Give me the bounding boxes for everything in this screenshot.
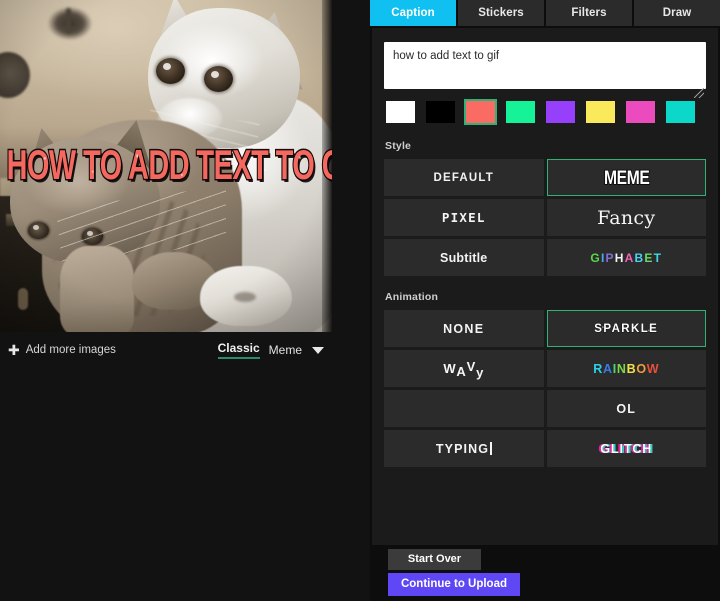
style-section-label: Style (385, 140, 412, 152)
style-option-meme-label: MEME (603, 165, 650, 189)
style-option-subtitle-label: Subtitle (440, 250, 488, 265)
preview-pane: HOW TO ADD TEXT TO GIF ✚ Add more images… (0, 0, 370, 601)
gif-caption-overlay[interactable]: HOW TO ADD TEXT TO GIF (6, 144, 332, 188)
animation-option-none[interactable]: NONE (384, 310, 544, 347)
tab-draw-label: Draw (662, 7, 692, 19)
editor-footer: Start Over Continue to Upload (370, 545, 720, 601)
style-option-giphabet-label: GIPHABET (590, 250, 663, 265)
tab-filters-label: Filters (571, 7, 607, 19)
animation-option-typing[interactable]: TYPING (384, 430, 544, 467)
tab-filters[interactable]: Filters (546, 0, 632, 26)
animation-option-sparkle[interactable]: SPARKLE (546, 310, 706, 347)
style-option-pixel-label: PIXEL (441, 210, 486, 225)
swatch-yellow[interactable] (584, 99, 617, 125)
style-option-meme[interactable]: MEME (546, 159, 706, 196)
add-more-images-label: Add more images (25, 344, 116, 356)
animation-option-glitch[interactable]: GLITCH (546, 430, 706, 467)
preview-mode-group: Classic Meme (217, 341, 324, 359)
editor-panel: Caption Stickers Filters Draw how to add… (370, 0, 720, 601)
caption-tab-panel: Style DEFAULT MEME PIXEL Fancy Subtitle (372, 28, 718, 545)
start-over-button[interactable]: Start Over (388, 549, 481, 570)
swatch-cyan[interactable] (664, 99, 697, 125)
style-option-default[interactable]: DEFAULT (384, 159, 544, 196)
style-option-default-label: DEFAULT (433, 171, 495, 184)
preview-toolbar: ✚ Add more images Classic Meme (0, 336, 332, 364)
animation-option-typing-label: TYPING (435, 441, 490, 456)
style-options-grid: DEFAULT MEME PIXEL Fancy Subtitle GIPHAB… (384, 159, 706, 276)
add-more-images-button[interactable]: ✚ Add more images (8, 343, 116, 357)
style-option-subtitle[interactable]: Subtitle (384, 239, 544, 276)
textarea-resize-handle-icon[interactable] (694, 88, 704, 98)
animation-option-rainbow-label: RAINBOW (593, 361, 660, 376)
style-option-pixel[interactable]: PIXEL (384, 199, 544, 236)
style-option-fancy[interactable]: Fancy (546, 199, 706, 236)
style-option-giphabet[interactable]: GIPHABET (546, 239, 706, 276)
tab-caption[interactable]: Caption (370, 0, 456, 26)
mode-classic[interactable]: Classic (217, 341, 260, 359)
animation-option-wavy-label: WAVy (443, 359, 485, 380)
animation-option-rainbow[interactable]: RAINBOW (546, 350, 706, 387)
plus-icon: ✚ (8, 342, 20, 358)
animation-option-none-label: NONE (443, 321, 485, 336)
animation-section-label: Animation (385, 291, 439, 303)
animation-options-grid: NONE SPARKLE WAVy RAINBOW OL TYPING GLIT… (384, 310, 706, 467)
animation-option-blank[interactable] (384, 390, 544, 427)
tab-stickers-label: Stickers (478, 7, 524, 19)
color-swatch-row (384, 99, 706, 125)
tab-draw[interactable]: Draw (634, 0, 720, 26)
swatch-pink[interactable] (624, 99, 657, 125)
caption-input[interactable] (384, 42, 706, 89)
tab-stickers[interactable]: Stickers (458, 0, 544, 26)
animation-option-sparkle-label: SPARKLE (594, 322, 659, 335)
chevron-down-icon[interactable] (312, 346, 324, 354)
swatch-salmon[interactable] (464, 99, 497, 125)
swatch-black[interactable] (424, 99, 457, 125)
editor-tabbar: Caption Stickers Filters Draw (370, 0, 720, 26)
typing-caret-icon (490, 442, 492, 455)
gif-preview-canvas[interactable]: HOW TO ADD TEXT TO GIF (0, 0, 332, 332)
gif-caption-text: HOW TO ADD TEXT TO GIF (6, 143, 332, 189)
continue-to-upload-button[interactable]: Continue to Upload (388, 573, 520, 596)
animation-option-wavy[interactable]: WAVy (384, 350, 544, 387)
swatch-green[interactable] (504, 99, 537, 125)
animation-option-ol-label: OL (616, 401, 637, 416)
gif-caption-editor: HOW TO ADD TEXT TO GIF ✚ Add more images… (0, 0, 720, 601)
swatch-white[interactable] (384, 99, 417, 125)
mode-meme[interactable]: Meme (269, 343, 302, 357)
animation-option-glitch-label: GLITCH (600, 441, 653, 456)
animation-option-ol[interactable]: OL (546, 390, 706, 427)
style-option-fancy-label: Fancy (597, 206, 656, 229)
swatch-purple[interactable] (544, 99, 577, 125)
tab-caption-label: Caption (391, 7, 435, 19)
